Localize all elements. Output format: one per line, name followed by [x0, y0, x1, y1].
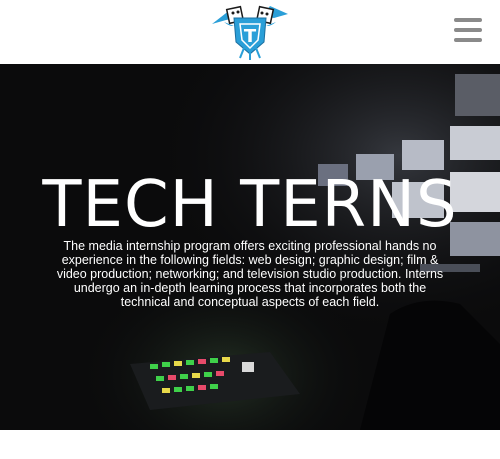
hamburger-menu-button[interactable]: [454, 18, 482, 42]
hero-description: The media internship program offers exci…: [56, 239, 444, 309]
page-content-start: [0, 430, 500, 459]
hamburger-menu-icon-bar: [454, 18, 482, 22]
hero-section: TECH TERNS The media internship program …: [0, 64, 500, 430]
tech-terns-bird-logo-icon: T: [212, 5, 288, 60]
hamburger-menu-icon-bar: [454, 38, 482, 42]
hamburger-menu-icon-bar: [454, 28, 482, 32]
logo-letter: T: [244, 26, 257, 47]
tech-terns-logo[interactable]: T: [204, 0, 296, 62]
site-header: T: [0, 0, 500, 64]
hero-title: TECH TERNS: [42, 168, 458, 242]
